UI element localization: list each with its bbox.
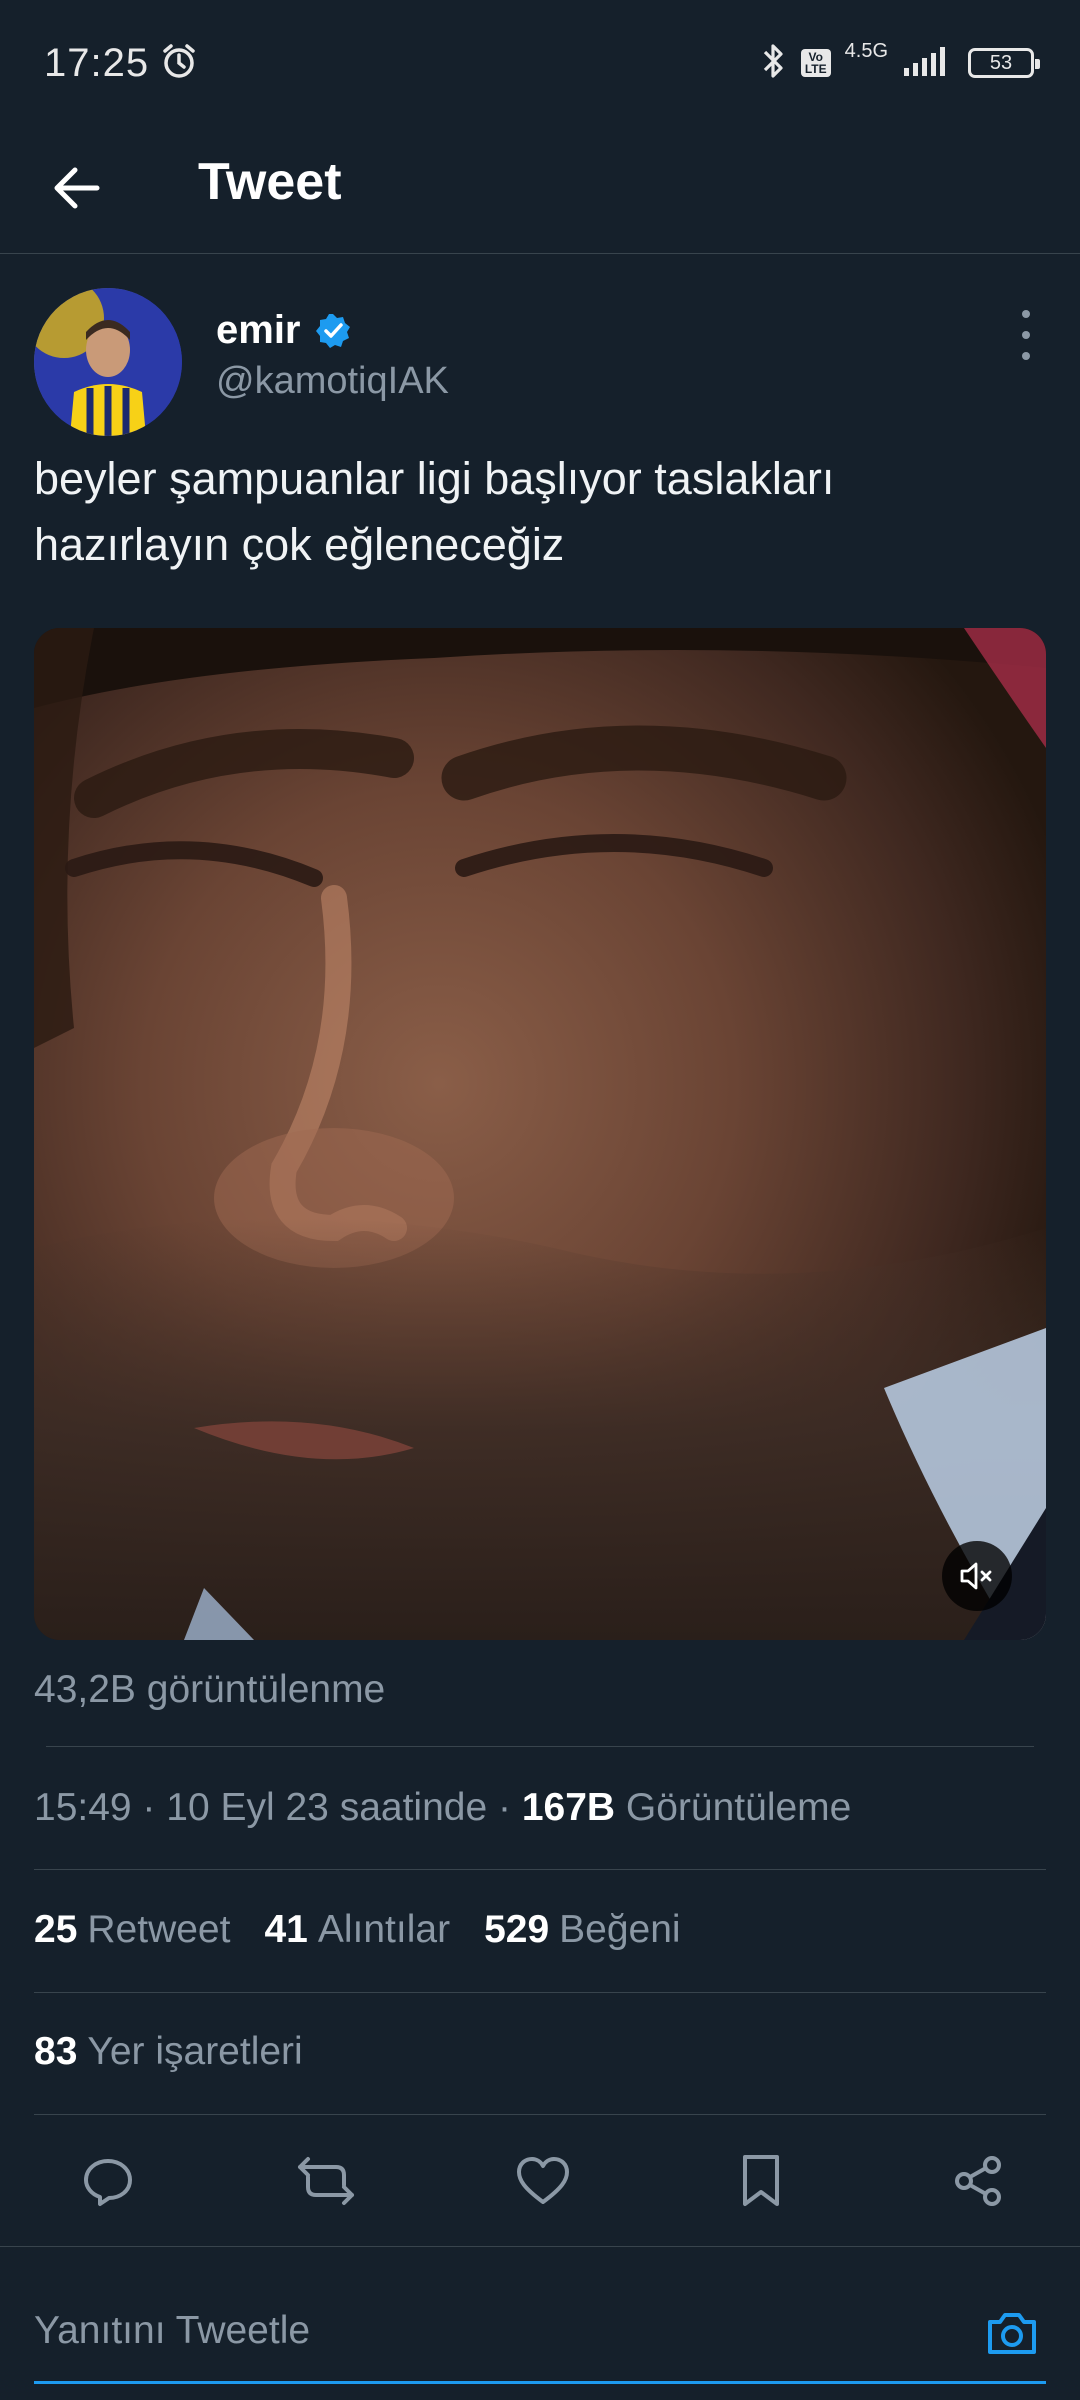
tweet-stats: 25 Retweet 41 Alıntılar 529 Beğeni <box>34 1908 681 1952</box>
status-time: 17:25 <box>44 40 150 85</box>
comment-icon <box>84 2159 132 2206</box>
display-name[interactable]: emir <box>216 308 301 353</box>
tweet-video[interactable] <box>34 628 1046 1640</box>
reply-bar: Yanıtını Tweetle <box>0 2246 1080 2400</box>
camera-button[interactable] <box>980 2301 1044 2365</box>
tweet-text-line: hazırlayın çok eğleneceğiz <box>34 519 565 570</box>
view-label[interactable]: Görüntüleme <box>626 1786 851 1829</box>
dot-icon <box>1022 331 1030 339</box>
video-frame-image <box>34 628 1046 1640</box>
like-button[interactable] <box>511 2149 575 2213</box>
user-handle[interactable]: @kamotiqIAK <box>216 360 449 403</box>
tweet-text-line: beyler şampuanlar ligi başlıyor taslakla… <box>34 453 835 504</box>
bookmark-button[interactable] <box>729 2149 793 2213</box>
mute-toggle-button[interactable] <box>942 1541 1012 1611</box>
retweet-button[interactable] <box>294 2149 358 2213</box>
camera-icon <box>988 2313 1036 2354</box>
tweet-actions <box>0 2118 1080 2244</box>
tweet-meta: 15:49 · 10 Eyl 23 saatinde · 167B Görünt… <box>34 1786 851 1830</box>
tweet-author: emir @kamotiqIAK <box>34 288 1046 438</box>
tweet-timestamp: 15:49 · 10 Eyl 23 saatinde · <box>34 1786 511 1829</box>
stat-likes[interactable]: 529 Beğeni <box>484 1908 681 1952</box>
view-count[interactable]: 167B <box>522 1786 615 1829</box>
retweet-icon <box>297 2157 354 2205</box>
media-views-count: 43,2B görüntülenme <box>34 1668 386 1711</box>
tweet-text: beyler şampuanlar ligi başlıyor taslakla… <box>34 446 1044 578</box>
status-bar: 17:25 Vo LTE 4.5G 53 <box>0 0 1080 126</box>
avatar[interactable] <box>34 288 182 436</box>
divider <box>46 1746 1034 1747</box>
stat-quotes[interactable]: 41 Alıntılar <box>264 1908 450 1952</box>
status-left: 17:25 <box>44 41 199 86</box>
network-type: 4.5G <box>844 39 888 62</box>
divider <box>34 2114 1046 2115</box>
signal-icon <box>902 44 954 83</box>
divider <box>34 1869 1046 1870</box>
alarm-icon <box>159 41 199 86</box>
more-options-button[interactable] <box>1006 310 1046 360</box>
volte-icon: Vo LTE <box>800 49 831 77</box>
verified-badge-icon <box>314 312 352 355</box>
dot-icon <box>1022 352 1030 360</box>
status-right: Vo LTE 4.5G 53 <box>761 39 1040 86</box>
battery-level: 53 <box>989 51 1013 74</box>
share-icon <box>955 2156 1001 2206</box>
reply-button[interactable] <box>76 2149 140 2213</box>
stat-bookmarks[interactable]: 83 Yer işaretleri <box>34 2030 303 2074</box>
top-bar: Tweet <box>0 126 1080 254</box>
bluetooth-icon <box>761 41 787 86</box>
heart-icon <box>517 2157 569 2204</box>
divider <box>34 1992 1046 1993</box>
reply-input-underline <box>34 2381 1046 2384</box>
bookmark-icon <box>742 2155 779 2206</box>
stat-retweets[interactable]: 25 Retweet <box>34 1908 230 1952</box>
share-button[interactable] <box>946 2149 1010 2213</box>
arrow-left-icon <box>54 167 100 209</box>
back-button[interactable] <box>44 156 108 220</box>
page-title: Tweet <box>198 153 342 211</box>
reply-input[interactable]: Yanıtını Tweetle <box>34 2309 310 2353</box>
dot-icon <box>1022 310 1030 318</box>
battery-icon: 53 <box>968 48 1040 78</box>
speaker-muted-icon <box>960 1562 992 1590</box>
